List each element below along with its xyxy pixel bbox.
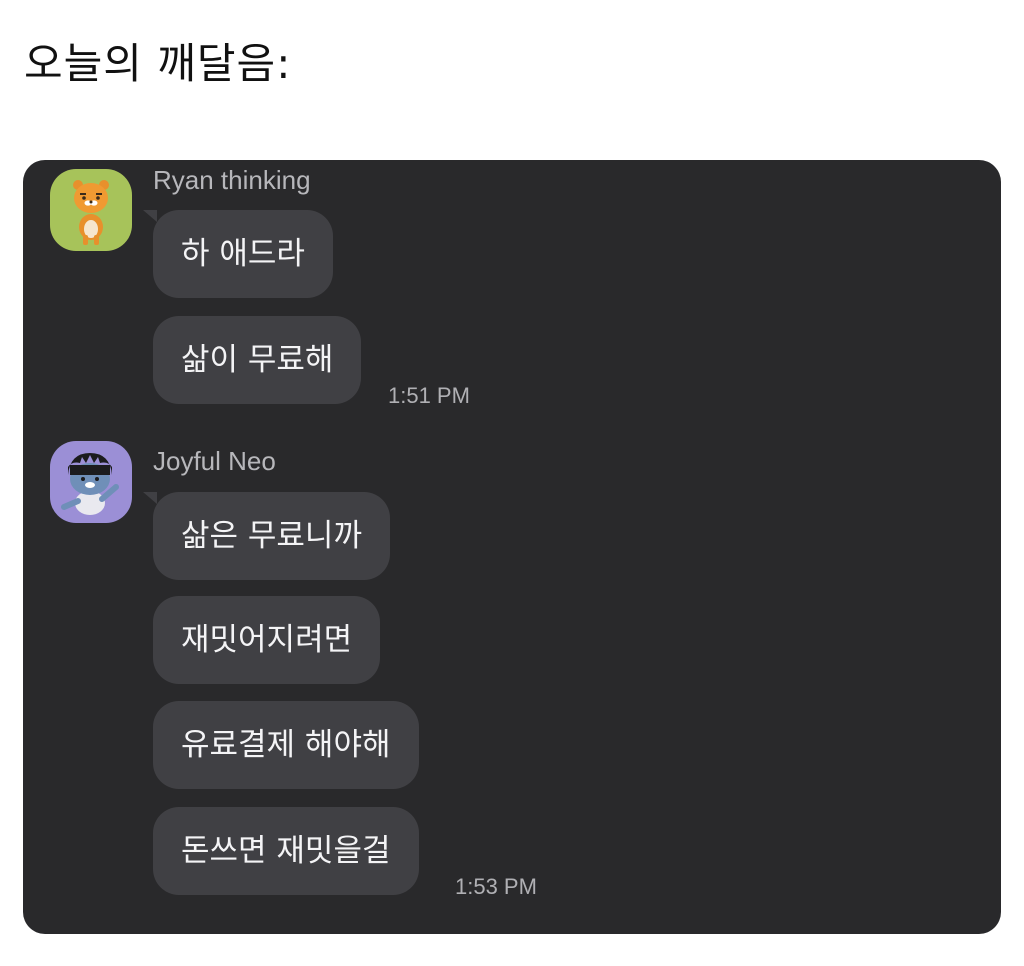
message-bubble[interactable]: 유료결제 해야해 [153,701,419,789]
message-timestamp: 1:53 PM [455,874,537,899]
ryan-avatar[interactable] [50,169,132,251]
bubble-tail [143,210,157,222]
message-bubble[interactable]: 삶이 무료해 [153,316,362,404]
message-timestamp: 1:51 PM [388,383,470,408]
message-bubble[interactable]: 돈쓰면 재밋을걸 [153,807,419,895]
sender-name: Ryan thinking [153,165,311,195]
neo-character-icon [50,441,132,523]
chat-window: Ryan thinking 하 애드라 삶이 무료해 1:51 PM Joyfu… [23,160,1001,934]
message-bubble[interactable]: 재밋어지려면 [153,596,381,684]
message-bubble[interactable]: 하 애드라 [153,210,333,298]
ryan-character-icon [50,169,132,251]
sender-name: Joyful Neo [153,446,276,476]
bubble-tail [143,492,157,504]
neo-avatar[interactable] [50,441,132,523]
post-title: 오늘의 깨달음: [24,39,292,88]
message-bubble[interactable]: 삶은 무료니까 [153,492,390,580]
